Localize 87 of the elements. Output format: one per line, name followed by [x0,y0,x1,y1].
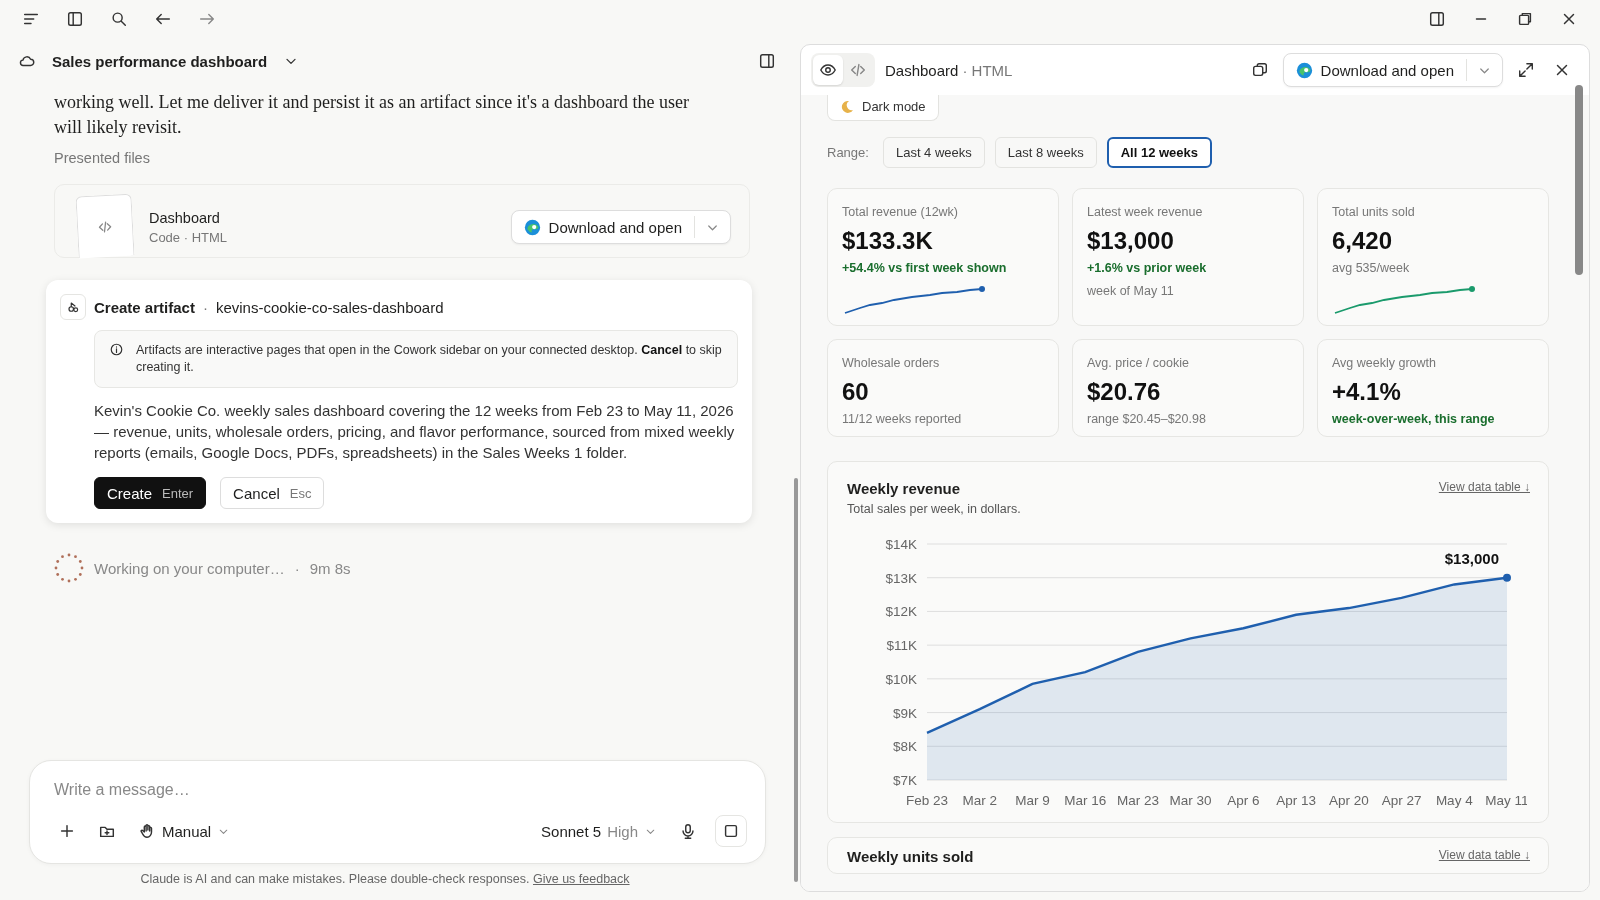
stat-value: +4.1% [1332,378,1402,406]
stat-label: Latest week revenue [1087,205,1204,219]
axis-label: $12K [885,604,917,620]
stat-label: Avg weekly growth [1332,356,1437,370]
stat-note: avg 535/week [1332,261,1411,275]
download-button[interactable]: Download and open [511,211,694,243]
separator-dot: · [202,298,208,316]
model-dropdown[interactable]: Sonnet 5 High [537,818,661,844]
shapes-icon [65,299,81,315]
axis-label: $13K [885,570,917,586]
separator-dot: · [294,559,300,577]
axis-label: Feb 23 [906,793,948,808]
panel-title: Dashboard [885,61,959,79]
stat-value: $133.3K [842,227,934,255]
stat-value: $20.76 [1087,378,1162,406]
value-annotation: $13,000 [1444,549,1499,567]
chart-subtitle: Total sales per week, in dollars. [847,502,1021,516]
range-button[interactable]: All 12 weeks [1106,137,1212,168]
data-point [1503,573,1511,582]
file-meta: Code · HTML [149,229,229,245]
range-button[interactable]: Last 8 weeks [994,137,1097,168]
axis-label: $11K [886,638,917,654]
browser-logo-icon [1295,61,1313,79]
feedback-link[interactable]: Give us feedback [533,872,630,886]
artifact-slug: kevins-cookie-co-sales-dashboard [215,298,444,316]
axis-label: Apr 27 [1381,793,1422,808]
panel-subtitle: · HTML [962,61,1013,79]
axis-label: $14K [885,537,917,552]
data-table-link[interactable]: View data table ↓ [1438,848,1530,862]
axis-label: Apr 6 [1227,793,1260,808]
stat-value: 60 [842,378,870,406]
artifact-description: Kevin's Cookie Co. weekly sales dashboard covering the 12 weeks from Feb 23 to May 11, 2026 — revenue, units, wholesale orders, pricing, and flavor performance, sourced from mixed weekly reports (emails, Google Docs, PDFs, spreadsheets) in the Sales Weeks 1 folder. [94,401,736,463]
chart-title: Weekly revenue [847,480,962,497]
info-icon [109,342,124,357]
square-icon [722,822,740,840]
moon-icon [840,99,854,114]
axis-label: $9K [892,705,917,721]
disclaimer-text: Claude is AI and can make mistakes. Please double-check responses. [140,872,531,886]
message-text: working well. Let me deliver it and persist it as an artifact since it's a dashboard the user will likely revisit. [54,91,691,139]
cancel-button[interactable]: Cancel Esc [220,477,325,509]
stat-note: week-over-week, this range [1332,412,1496,426]
stat-note: range $20.45–$20.98 [1087,412,1207,426]
stop-button[interactable] [715,815,747,847]
axis-label: $10K [885,671,917,687]
conversation-title[interactable]: Sales performance dashboard [48,48,272,74]
file-card[interactable]: Dashboard Code · HTML Download and open [54,184,750,258]
axis-label: Mar 30 [1169,793,1212,808]
create-button[interactable]: Create Enter [94,477,207,509]
chart-title: Weekly units sold [847,848,974,865]
stat-label: Total units sold [1332,205,1416,219]
axis-label: $8K [892,739,917,755]
elapsed-time: 9m 8s [309,559,351,577]
stat-value: $13,000 [1087,227,1175,255]
mode-dropdown[interactable]: Manual [134,818,235,844]
axis-label: Mar 23 [1116,793,1159,808]
eye-icon [819,61,837,79]
stat-detail: week of May 11 [1087,284,1175,298]
message-field[interactable]: Write a message… Manual Sonnet 5 High [29,760,766,864]
stat-label: Wholesale orders [842,356,941,370]
download-button[interactable]: Download and open [1283,54,1466,86]
stat-label: Total revenue (12wk) [842,205,960,219]
axis-label: Mar 2 [962,793,997,808]
status-text: Working on your computer… [94,559,285,577]
axis-label: Mar 9 [1015,793,1050,808]
stat-value: 6,420 [1332,227,1394,255]
data-table-link[interactable]: View data table ↓ [1438,480,1530,494]
scrollbar[interactable] [1575,85,1583,275]
axis-label: Mar 16 [1064,793,1107,808]
axis-label: May 4 [1435,793,1473,808]
notice-text: Artifacts are interactive pages that open in the Cowork sidebar on your connected desktop. Cancel to skip creating it. [136,342,723,376]
stat-note: +54.4% vs first week shown [842,261,1008,275]
axis-label: Apr 13 [1276,793,1316,808]
range-label: Range: [827,145,869,160]
preview-tab[interactable] [813,55,843,85]
axis-label: $7K [892,773,917,788]
code-icon [849,61,867,79]
stat-label: Avg. price / cookie [1087,356,1190,370]
dark-mode-button[interactable]: Dark mode [827,95,939,121]
artifact-title: Create artifact [94,298,195,316]
stat-note: +1.6% vs prior week [1087,261,1208,275]
browser-logo-icon [523,218,541,236]
axis-label: Apr 20 [1328,793,1369,808]
spinner-icon [54,553,84,583]
file-name: Dashboard [149,209,221,226]
range-button[interactable]: Last 4 weeks [882,137,985,168]
section-heading: Presented files [54,150,151,166]
stat-note: 11/12 weeks reported [842,412,963,426]
